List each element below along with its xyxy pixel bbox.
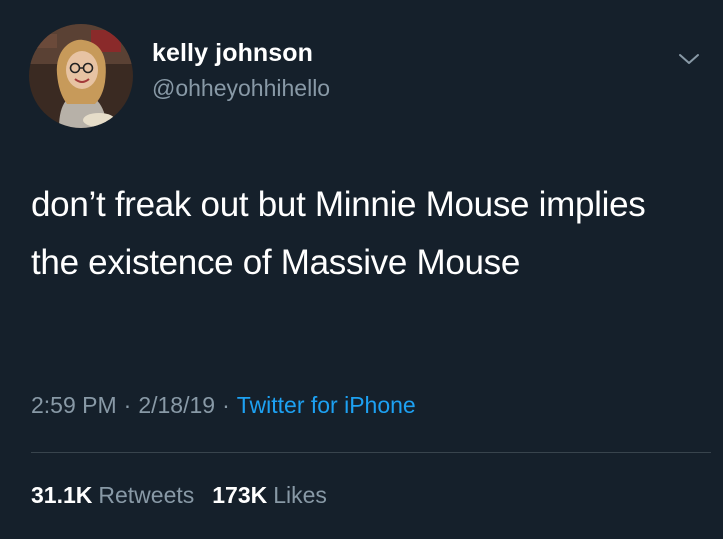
display-name: kelly johnson (152, 39, 314, 67)
user-info[interactable]: kelly johnson @ohheyohhihello (152, 38, 330, 102)
tweet-time[interactable]: 2:59 PM (31, 392, 117, 418)
tweet-text: don’t freak out but Minnie Mouse implies… (31, 185, 646, 282)
chevron-down-icon[interactable] (677, 50, 701, 68)
likes-stat[interactable]: 173K Likes (212, 482, 327, 508)
tweet-meta: 2:59 PM · 2/18/19 · Twitter for iPhone (31, 389, 416, 421)
divider (31, 452, 711, 453)
user-handle: @ohheyohhihello (152, 75, 331, 101)
meta-separator: · (222, 392, 230, 418)
avatar-photo (29, 24, 133, 128)
tweet-date[interactable]: 2/18/19 (138, 392, 215, 418)
tweet-card: kelly johnson @ohheyohhihello don’t frea… (0, 0, 723, 539)
likes-count: 173K (212, 482, 268, 508)
retweets-label: Retweets (98, 482, 195, 508)
retweets-stat[interactable]: 31.1K Retweets (31, 482, 194, 508)
likes-label: Likes (273, 482, 327, 508)
retweets-count: 31.1K (31, 482, 93, 508)
tweet-stats: 31.1K Retweets 173K Likes (31, 479, 345, 511)
avatar[interactable] (29, 24, 133, 128)
tweet-source-link[interactable]: Twitter for iPhone (237, 392, 416, 418)
meta-separator: · (123, 392, 132, 418)
